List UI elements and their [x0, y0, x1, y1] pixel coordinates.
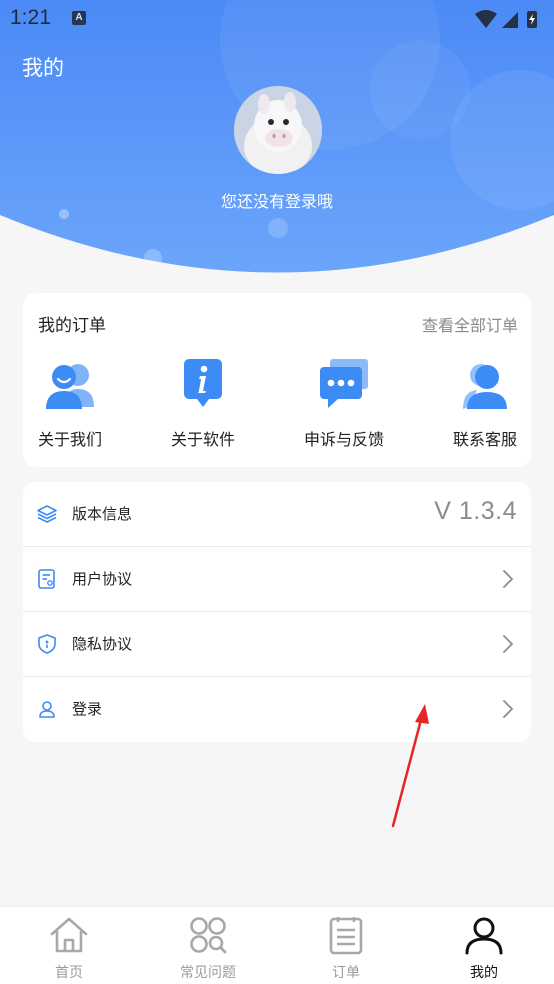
menu-item-label: 用户协议: [72, 570, 133, 588]
chevron-right-icon: [503, 570, 513, 588]
avatar[interactable]: [234, 86, 322, 174]
chat-icon: [320, 359, 368, 408]
chevron-right-icon: [503, 635, 513, 653]
order-icon: [329, 917, 363, 955]
notification-badge: A: [72, 11, 86, 25]
chevron-right-icon: [503, 700, 513, 718]
shortcut-customer-service[interactable]: 联系客服: [430, 357, 540, 450]
settings-menu: 版本信息 V 1.3.4 用户协议 隐私协议 登录: [23, 482, 531, 742]
nav-faq[interactable]: 常见问题: [158, 915, 258, 982]
status-time: 1:21: [10, 6, 51, 29]
avatar-image: [234, 86, 322, 174]
menu-item-version[interactable]: 版本信息 V 1.3.4: [23, 482, 531, 547]
profile-header: 1:21 A 我的 您还没有登录哦: [0, 0, 554, 275]
faq-icon: [190, 917, 227, 954]
nav-home[interactable]: 首页: [19, 915, 119, 982]
annotation-arrow: [391, 704, 429, 828]
nav-label: 首页: [55, 965, 83, 981]
status-icons: [475, 10, 537, 28]
shield-icon: [38, 634, 56, 654]
signal-icon: [502, 12, 518, 28]
nav-profile[interactable]: 我的: [434, 915, 534, 982]
home-icon: [50, 917, 88, 953]
menu-item-privacy-policy[interactable]: 隐私协议: [23, 612, 531, 677]
profile-icon: [465, 917, 503, 955]
shortcut-label: 关于我们: [37, 430, 102, 449]
page-title: 我的: [22, 56, 64, 80]
shortcut-label: 申诉与反馈: [303, 430, 384, 449]
nav-orders[interactable]: 订单: [296, 915, 396, 982]
bottom-navigation: 首页 常见问题 订单 我的: [0, 906, 554, 984]
menu-item-label: 隐私协议: [72, 635, 133, 653]
menu-item-label: 版本信息: [72, 505, 133, 523]
status-bar: 1:21 A: [0, 0, 554, 38]
orders-card: 我的订单 查看全部订单 关于我们 关于软件 申诉与反馈 联系客服: [23, 293, 531, 467]
nav-label: 我的: [470, 965, 498, 981]
shortcut-label: 关于软件: [170, 430, 235, 449]
nav-label: 常见问题: [180, 965, 236, 981]
orders-title: 我的订单: [38, 316, 106, 336]
menu-item-login[interactable]: 登录: [23, 677, 531, 742]
users-icon: [46, 364, 94, 409]
layers-icon: [37, 505, 57, 523]
shortcut-label: 联系客服: [452, 430, 517, 449]
document-icon: [38, 569, 55, 589]
user-icon: [39, 701, 55, 718]
menu-item-user-agreement[interactable]: 用户协议: [23, 547, 531, 612]
info-icon: [184, 359, 222, 407]
nav-label: 订单: [332, 965, 360, 981]
version-value: V 1.3.4: [434, 497, 517, 525]
login-hint[interactable]: 您还没有登录哦: [0, 188, 554, 212]
customer-service-icon: [463, 364, 507, 409]
shortcut-about-us[interactable]: 关于我们: [15, 357, 125, 450]
view-all-orders-link[interactable]: 查看全部订单: [422, 312, 518, 336]
wifi-icon: [475, 10, 497, 28]
menu-item-label: 登录: [72, 700, 103, 718]
shortcut-about-software[interactable]: 关于软件: [148, 357, 258, 450]
shortcut-feedback[interactable]: 申诉与反馈: [289, 357, 399, 450]
